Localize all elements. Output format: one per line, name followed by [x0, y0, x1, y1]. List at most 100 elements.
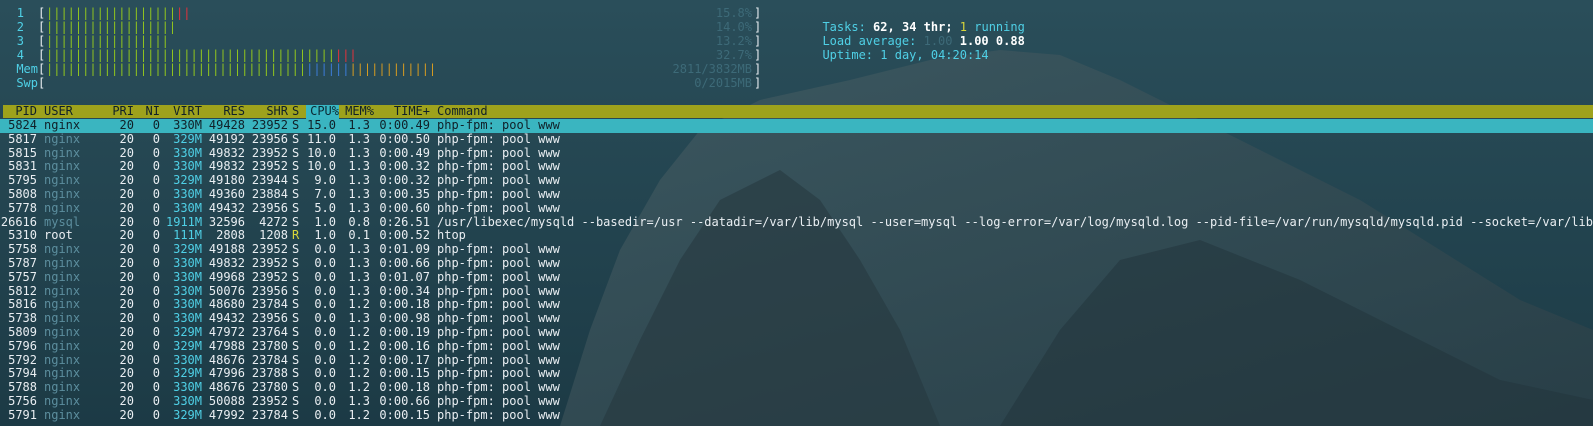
nice-cell: 0	[152, 256, 160, 270]
column-user[interactable]: USER	[44, 104, 73, 119]
virt-cell: 329M	[173, 325, 202, 339]
process-row[interactable]: 5817 nginx 20 0 329M 49192 23956 S 11.0 1.3 0:00.5…	[0, 131, 1593, 147]
shr-cell: 23956	[251, 131, 288, 146]
command-cell: php-fpm: pool www	[437, 283, 560, 298]
cpu-cell: 0.0	[314, 311, 336, 326]
virt-cell: 330M	[173, 256, 202, 270]
process-row[interactable]: 5815 nginx 20 0 330M 49832 23952 S 10.0 1.3 0:00.4…	[0, 145, 1593, 161]
process-row[interactable]: 5792 nginx 20 0 330M 48676 23784 S 0.0 1.2 0:00.17…	[0, 352, 1593, 368]
cpu-cell: 0.0	[314, 256, 336, 270]
state-cell: S	[292, 118, 300, 132]
process-row[interactable]: 5758 nginx 20 0 329M 49188 23952 S 0.0 1.3 0:01.09…	[0, 242, 1593, 257]
pid-cell: 5795	[8, 173, 37, 188]
nice-cell: 0	[152, 297, 160, 312]
command-cell: htop	[437, 228, 466, 243]
state-cell: S	[292, 269, 300, 284]
user-cell: nginx	[44, 131, 81, 146]
res-cell: 50088	[208, 394, 245, 408]
command-cell: php-fpm: pool www	[437, 297, 560, 312]
process-row[interactable]: 5796 nginx 20 0 329M 47988 23780 S 0.0 1.2 0:00.16…	[0, 339, 1593, 354]
process-row[interactable]: 5738 nginx 20 0 330M 49432 23956 S 0.0 1.3 0:00.98…	[0, 311, 1593, 326]
process-row[interactable]: 5816 nginx 20 0 330M 48680 23784 S 0.0 1.2 0:00.18…	[0, 298, 1593, 312]
process-row[interactable]: 5795 nginx 20 0 329M 49180 23944 S 9.0 1.3 0:00.32…	[0, 173, 1593, 188]
res-cell: 49432	[208, 200, 245, 215]
column-shr[interactable]: SHR	[250, 104, 288, 119]
column-time[interactable]: TIME+	[374, 104, 430, 119]
cpu-cell: 5.0	[314, 200, 336, 215]
state-cell: S	[292, 145, 300, 160]
nice-cell: 0	[152, 283, 160, 298]
process-row[interactable]: 5788 nginx 20 0 330M 48676 23780 S 0.0 1.2 0:00.18…	[0, 380, 1593, 395]
time-cell: 0:26.51	[379, 214, 430, 229]
process-row[interactable]: 5756 nginx 20 0 330M 50088 23952 S 0.0 1.3 0:00.66…	[0, 394, 1593, 409]
column-command[interactable]: Command	[437, 104, 488, 119]
shr-cell: 4272	[259, 214, 288, 229]
nice-cell: 0	[152, 269, 160, 284]
mem-cell: 1.3	[348, 173, 370, 188]
time-cell: 0:00.50	[379, 131, 430, 146]
user-cell: nginx	[44, 173, 81, 188]
virt-cell: 330M	[173, 269, 202, 284]
cpu-meter-2: 2 [|||||||||||||||||| 14.0%]	[0, 20, 770, 35]
cpu-meter-value: 15.8%	[715, 6, 752, 20]
cpu-cell: 0.0	[314, 366, 336, 381]
column-res[interactable]: RES	[207, 104, 245, 119]
pid-cell: 5816	[8, 297, 37, 312]
shr-cell: 23952	[251, 118, 288, 132]
process-row[interactable]: 5757 nginx 20 0 330M 49968 23952 S 0.0 1.3 0:01.07…	[0, 269, 1593, 285]
command-cell: /usr/libexec/mysqld --basedir=/usr --dat…	[437, 214, 1593, 229]
command-cell: php-fpm: pool www	[437, 366, 560, 381]
process-row[interactable]: 5812 nginx 20 0 330M 50076 23956 S 0.0 1.3 0:00.34…	[0, 283, 1593, 299]
process-row[interactable]: 5831 nginx 20 0 330M 49832 23952 S 10.0 1.3 0:00.3…	[0, 160, 1593, 174]
column-state[interactable]: S	[292, 104, 299, 119]
column-ni[interactable]: NI	[140, 104, 160, 119]
pid-cell: 5812	[8, 283, 37, 298]
process-row[interactable]: 5791 nginx 20 0 329M 47992 23784 S 0.0 1.2 0:00.15…	[0, 407, 1593, 423]
shr-cell: 23780	[251, 380, 288, 395]
virt-cell: 330M	[173, 380, 202, 395]
user-cell: nginx	[44, 325, 81, 339]
process-row[interactable]: 5778 nginx 20 0 330M 49432 23956 S 5.0 1.3 0:00.60…	[0, 200, 1593, 216]
meter-bracket-open: [	[38, 34, 46, 48]
mem-cell: 1.3	[348, 256, 370, 270]
process-row[interactable]: 5310 root 20 0 111M 2808 1208 R 1.0 0.1 0:00.52 hto…	[0, 229, 1593, 243]
process-row[interactable]: 5787 nginx 20 0 330M 49832 23952 S 0.0 1.3 0:00.66…	[0, 256, 1593, 271]
process-row-selected[interactable]: 5824 nginx 20 0 330M 49428 23952 S 15.0 1.3 0:00.4…	[0, 118, 1593, 133]
cpu-cell: 7.0	[314, 187, 336, 201]
virt-cell: 330M	[173, 159, 202, 174]
cpu-cell: 0.0	[314, 380, 336, 395]
column-pid[interactable]: PID	[0, 104, 37, 119]
pid-cell: 5788	[8, 380, 37, 395]
res-cell: 49180	[208, 173, 245, 188]
cpu-cell: 10.0	[307, 145, 336, 160]
virt-cell: 329M	[173, 407, 202, 422]
res-cell: 48676	[208, 352, 245, 367]
column-pri[interactable]: PRI	[110, 104, 134, 119]
shr-cell: 23952	[251, 256, 288, 270]
res-cell: 49832	[208, 256, 245, 270]
priority-cell: 20	[119, 394, 134, 408]
column-cpu-sorted[interactable]: CPU%	[306, 104, 339, 119]
process-row[interactable]: 5808 nginx 20 0 330M 49360 23884 S 7.0 1.3 0:00.35…	[0, 187, 1593, 202]
cpu-meter-value: 32.7%	[715, 48, 752, 62]
state-cell: S	[292, 242, 300, 257]
virt-cell: 329M	[173, 131, 202, 146]
nice-cell: 0	[152, 145, 160, 160]
cpu-cell: 0.0	[314, 283, 336, 298]
time-cell: 0:00.32	[379, 159, 430, 174]
cpu-cell: 0.0	[314, 352, 336, 367]
res-cell: 47996	[208, 366, 245, 381]
process-row[interactable]: 26616 mysql 20 0 1911M 32596 4272 S 1.0 0.8 0:26.5…	[0, 214, 1593, 230]
priority-cell: 20	[119, 311, 134, 326]
virt-cell: 1911M	[166, 214, 203, 229]
user-cell: nginx	[44, 380, 81, 395]
command-cell: php-fpm: pool www	[437, 118, 560, 132]
process-row[interactable]: 5794 nginx 20 0 329M 47996 23788 S 0.0 1.2 0:00.15…	[0, 367, 1593, 381]
shr-cell: 23784	[251, 352, 288, 367]
user-cell: nginx	[44, 407, 81, 422]
cpu-cell: 1.0	[314, 228, 336, 243]
column-mem[interactable]: MEM%	[342, 104, 374, 119]
process-row[interactable]: 5809 nginx 20 0 329M 47972 23764 S 0.0 1.2 0:00.19…	[0, 325, 1593, 340]
res-cell: 50076	[208, 283, 245, 298]
column-virt[interactable]: VIRT	[166, 104, 202, 119]
